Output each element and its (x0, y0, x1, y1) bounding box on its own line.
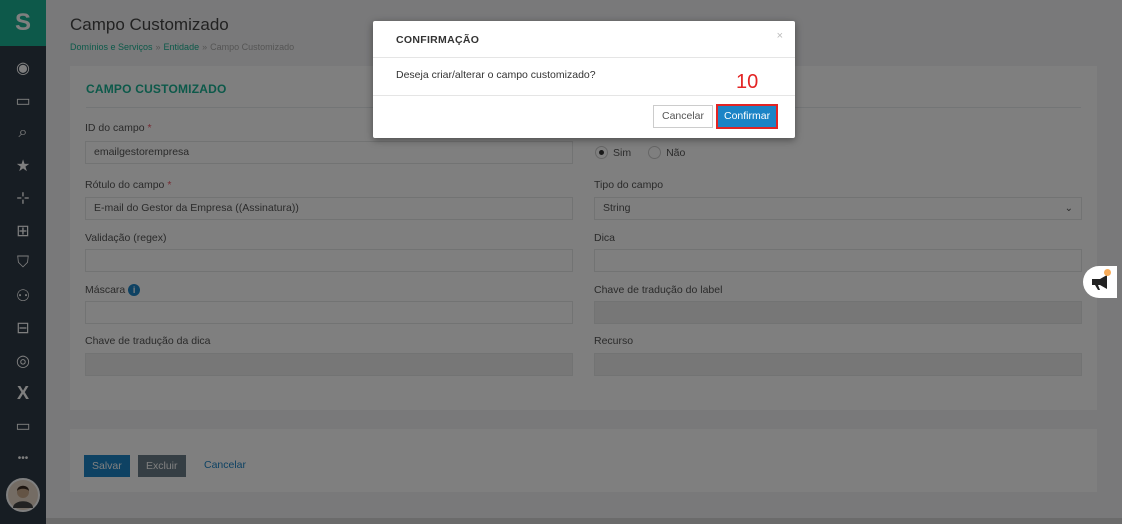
dialog-message: Deseja criar/alterar o campo customizado… (396, 69, 596, 81)
dialog-cancel-button[interactable]: Cancelar (653, 105, 714, 128)
step-number-annotation: 10 (736, 71, 759, 93)
confirmation-dialog: CONFIRMAÇÃO × Deseja criar/alterar o cam… (373, 21, 795, 138)
close-icon[interactable]: × (777, 30, 783, 42)
dialog-confirm-button[interactable]: Confirmar (716, 104, 779, 129)
dialog-divider (373, 57, 795, 58)
dialog-title: CONFIRMAÇÃO (396, 34, 480, 46)
dialog-footer-divider (373, 95, 795, 96)
notification-badge (1104, 269, 1111, 276)
announcement-widget[interactable] (1083, 266, 1117, 298)
